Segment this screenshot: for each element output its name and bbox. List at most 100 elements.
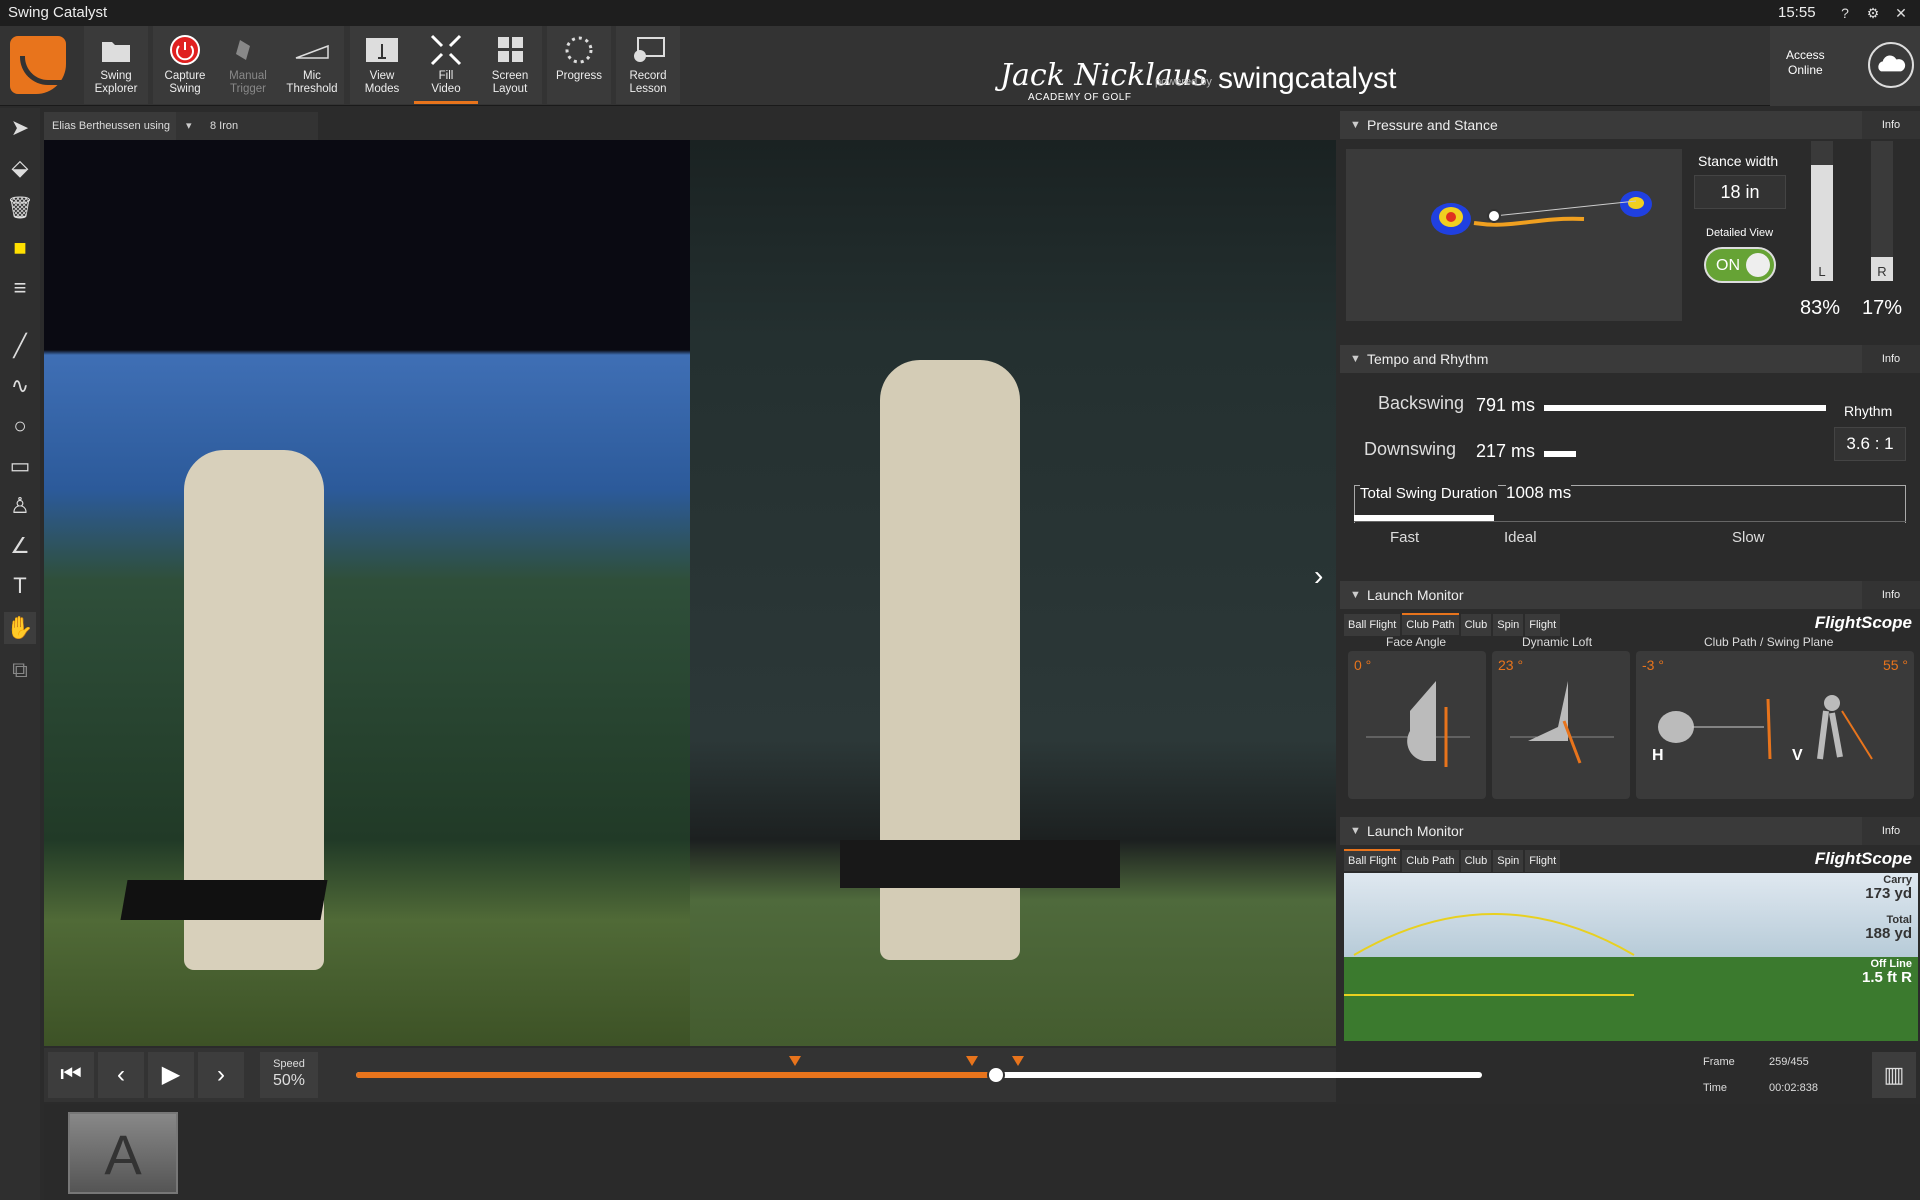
pressure-trace-icon: [1431, 191, 1652, 235]
cloud-icon: [1868, 42, 1914, 88]
timeline-track[interactable]: [356, 1056, 1482, 1084]
video-right-pane[interactable]: [690, 140, 1336, 1046]
close-icon[interactable]: ✕: [1892, 4, 1910, 22]
carry-value: 173 yd: [1865, 885, 1912, 902]
bookmarks-icon[interactable]: ▥: [1872, 1052, 1916, 1098]
detailed-view-toggle[interactable]: ON: [1704, 247, 1776, 283]
collapse-triangle-icon[interactable]: ▼: [1350, 111, 1361, 139]
mic-threshold-label2: Threshold: [286, 83, 338, 95]
speed-label: Speed: [273, 1058, 305, 1070]
next-frame-icon[interactable]: ›: [198, 1052, 244, 1098]
launch-monitor-info-button-1[interactable]: Info: [1862, 581, 1920, 609]
tab-ball-flight[interactable]: Ball Flight: [1344, 849, 1401, 871]
club-path-value: -3 °: [1642, 657, 1664, 673]
line-tool-icon[interactable]: ╱: [4, 330, 36, 362]
eraser-icon[interactable]: ⬙: [4, 152, 36, 184]
progress-label: Progress: [555, 70, 603, 82]
video-area[interactable]: ›: [44, 140, 1336, 1046]
progress-button[interactable]: Progress: [547, 26, 611, 104]
line-width-icon[interactable]: ≡: [4, 272, 36, 304]
hand-pan-icon[interactable]: ✋: [4, 612, 36, 644]
freehand-tool-icon[interactable]: ∿: [4, 370, 36, 402]
pressure-info-button[interactable]: Info: [1862, 111, 1920, 139]
text-tool-icon[interactable]: T: [4, 570, 36, 602]
tab-club-path[interactable]: Club Path: [1402, 850, 1459, 872]
circle-tool-icon[interactable]: ○: [4, 410, 36, 442]
tab-club[interactable]: Club: [1460, 850, 1492, 872]
tab-spin[interactable]: Spin: [1493, 850, 1524, 872]
thumbnail-a[interactable]: A: [68, 1112, 178, 1194]
prev-frame-icon[interactable]: ‹: [98, 1052, 144, 1098]
launch-monitor-body-1: Ball Flight Club Path Club Spin Flight Fligh…: [1340, 609, 1920, 809]
capture-swing-button[interactable]: Capture Swing: [153, 26, 217, 104]
timeline-marker[interactable]: [789, 1056, 802, 1066]
total-duration-label: Total Swing Duration: [1360, 485, 1498, 502]
help-icon[interactable]: ?: [1836, 4, 1854, 22]
dynamic-loft-value: 23 °: [1498, 657, 1524, 673]
club-path-label: Club Path / Swing Plane: [1704, 635, 1834, 649]
swing-catalyst-logo[interactable]: [10, 36, 66, 94]
timeline-marker[interactable]: [1012, 1056, 1025, 1066]
play-icon[interactable]: ▶: [148, 1052, 194, 1098]
tempo-info-button[interactable]: Info: [1862, 345, 1920, 373]
timeline-marker[interactable]: [965, 1056, 978, 1066]
manual-trigger-label2: Trigger: [230, 83, 266, 95]
club-dropdown[interactable]: 8 Iron: [176, 112, 318, 140]
swing-explorer-button[interactable]: Swing Explorer: [84, 26, 148, 104]
tempo-body: Backswing 791 ms Downswing 217 ms Rhythm…: [1340, 373, 1920, 573]
trigger-icon: [236, 40, 250, 60]
tab-spin[interactable]: Spin: [1493, 614, 1524, 636]
frame-info: Frame 259/455 Time 00:02:838: [1703, 1052, 1863, 1098]
access-line2: Online: [1788, 63, 1823, 77]
fill-video-button[interactable]: Fill Video: [414, 26, 478, 104]
collapse-triangle-icon[interactable]: ▼: [1350, 581, 1361, 609]
select-arrow-icon[interactable]: ➤: [4, 112, 36, 144]
left-foot-percent: 83%: [1800, 297, 1841, 319]
collapse-triangle-icon[interactable]: ▼: [1350, 817, 1361, 845]
launch-monitor-info-button-2[interactable]: Info: [1862, 817, 1920, 845]
tab-ball-flight[interactable]: Ball Flight: [1344, 614, 1401, 636]
mic-threshold-button[interactable]: Mic Threshold: [280, 26, 344, 104]
manual-trigger-button[interactable]: Manual Trigger: [216, 26, 280, 104]
pressure-panel-header[interactable]: ▼ Pressure and Stance Info: [1340, 111, 1920, 139]
video-header: Elias Bertheussen using 8 Iron: [44, 112, 1334, 140]
view-modes-label2: Modes: [364, 83, 400, 95]
launch-monitor-header-1[interactable]: ▼ Launch Monitor Info: [1340, 581, 1920, 609]
face-angle-label: Face Angle: [1386, 635, 1447, 649]
speed-control[interactable]: Speed 50%: [260, 1052, 318, 1098]
swing-explorer-label: Swing: [100, 70, 132, 82]
product-logo: swingcatalyst: [1218, 62, 1397, 95]
tab-flight[interactable]: Flight: [1525, 850, 1561, 872]
access-online-button[interactable]: Access Online: [1770, 26, 1920, 106]
settings-icon[interactable]: ⚙: [1864, 4, 1882, 22]
offline-line-icon: [1344, 994, 1634, 996]
record-lesson-button[interactable]: Record Lesson: [616, 26, 680, 104]
tab-club[interactable]: Club: [1460, 614, 1492, 636]
left-foot-label: L: [1818, 264, 1826, 279]
collapse-triangle-icon[interactable]: ▼: [1350, 345, 1361, 373]
tab-flight[interactable]: Flight: [1525, 614, 1561, 636]
trash-icon[interactable]: 🗑: [4, 192, 36, 224]
rectangle-tool-icon[interactable]: ▭: [4, 450, 36, 482]
title-bar: Swing Catalyst 15:55 ? ⚙ ✕: [0, 0, 1920, 26]
highlighter-icon[interactable]: ■: [4, 232, 36, 264]
chevron-right-icon[interactable]: ›: [1314, 560, 1323, 592]
manual-trigger-label: Manual: [229, 70, 267, 82]
timeline-scrubber[interactable]: [986, 1066, 1005, 1084]
tempo-panel-header[interactable]: ▼ Tempo and Rhythm Info: [1340, 345, 1920, 373]
body-tool-icon[interactable]: ♙: [4, 490, 36, 522]
launch-monitor-header-2[interactable]: ▼ Launch Monitor Info: [1340, 817, 1920, 845]
skip-start-icon[interactable]: ⏮: [48, 1052, 94, 1098]
access-online-label: Access Online: [1786, 48, 1825, 78]
screen-layout-button[interactable]: Screen Layout: [478, 26, 542, 104]
dynamic-loft-card: 23 °: [1492, 651, 1630, 799]
tab-club-path[interactable]: Club Path: [1402, 613, 1459, 635]
compare-icon[interactable]: ⧉: [4, 654, 36, 686]
flight-top-view: [1344, 957, 1918, 1041]
ball-flight-view: Carry 173 yd Total 188 yd Off Line 1.5 ft R: [1344, 873, 1918, 1041]
angle-tool-icon[interactable]: ∠: [4, 530, 36, 562]
video-left-pane[interactable]: [44, 140, 690, 1046]
launch-monitor-body-2: Ball Flight Club Path Club Spin Flight Fligh…: [1340, 845, 1920, 1045]
view-modes-button[interactable]: View Modes: [350, 26, 414, 104]
playback-controls: ⏮ ‹ ▶ › Speed 50%: [44, 1048, 1482, 1102]
